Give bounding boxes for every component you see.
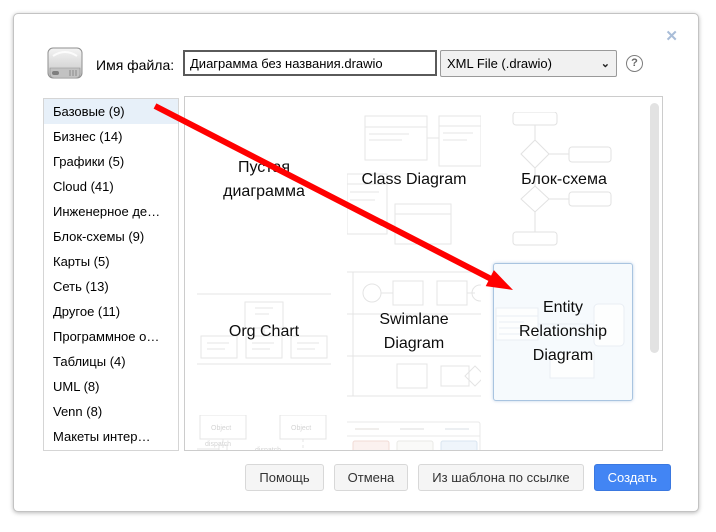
- template-label: Org Chart: [206, 320, 322, 344]
- sequence-diagram-thumbnail: Object Object dispatch dispatch: [197, 415, 331, 451]
- filename-input[interactable]: [183, 50, 437, 76]
- sidebar-item-engineering[interactable]: Инженерное де…: [44, 199, 178, 224]
- kanban-board-thumbnail: [347, 415, 481, 451]
- from-template-url-button[interactable]: Из шаблона по ссылке: [418, 464, 583, 491]
- category-sidebar: Базовые (9) Бизнес (14) Графики (5) Clou…: [43, 98, 179, 451]
- template-panel: Пустая диаграмма Class Diagram: [184, 96, 663, 451]
- template-flowchart[interactable]: Блок-схема: [497, 112, 631, 248]
- sidebar-item-uml[interactable]: UML (8): [44, 374, 178, 399]
- create-diagram-dialog: ✕ Имя файла: XML File (.drawio) ⌄ ? Базо…: [13, 13, 699, 512]
- template-org-chart[interactable]: Org Chart: [197, 264, 331, 400]
- template-class-diagram[interactable]: Class Diagram: [347, 112, 481, 248]
- template-sequence-diagram[interactable]: Object Object dispatch dispatch: [197, 415, 331, 451]
- sidebar-item-charts[interactable]: Графики (5): [44, 149, 178, 174]
- template-label: Swimlane Diagram: [356, 308, 472, 356]
- template-entity-relationship-diagram[interactable]: Entity Relationship Diagram: [493, 263, 633, 401]
- sidebar-item-cloud[interactable]: Cloud (41): [44, 174, 178, 199]
- template-label: Class Diagram: [356, 168, 472, 192]
- template-kanban-board[interactable]: [347, 415, 481, 451]
- sidebar-item-venn[interactable]: Venn (8): [44, 399, 178, 424]
- sidebar-item-mockups[interactable]: Макеты интер…: [44, 424, 178, 449]
- sidebar-item-basic[interactable]: Базовые (9): [44, 99, 178, 124]
- help-button[interactable]: Помощь: [245, 464, 323, 491]
- object-box-label: Object: [291, 425, 311, 432]
- object-box-label: Object: [211, 425, 231, 432]
- cancel-button[interactable]: Отмена: [334, 464, 409, 491]
- create-button[interactable]: Создать: [594, 464, 671, 491]
- sidebar-item-other[interactable]: Другое (11): [44, 299, 178, 324]
- file-type-select[interactable]: XML File (.drawio) ⌄: [440, 50, 617, 77]
- sidebar-item-network[interactable]: Сеть (13): [44, 274, 178, 299]
- template-label: Пустая диаграмма: [206, 156, 322, 204]
- sidebar-item-tables[interactable]: Таблицы (4): [44, 349, 178, 374]
- help-icon[interactable]: ?: [626, 55, 643, 72]
- sidebar-item-flowcharts[interactable]: Блок-схемы (9): [44, 224, 178, 249]
- template-swimlane-diagram[interactable]: Swimlane Diagram: [347, 264, 481, 400]
- file-type-value: XML File (.drawio): [447, 56, 552, 71]
- template-label: Entity Relationship Diagram: [505, 296, 621, 368]
- disk-icon: [46, 44, 84, 81]
- chevron-down-icon: ⌄: [601, 57, 610, 70]
- filename-label: Имя файла:: [96, 57, 174, 73]
- sidebar-item-maps[interactable]: Карты (5): [44, 249, 178, 274]
- template-blank-diagram[interactable]: Пустая диаграмма: [197, 112, 331, 248]
- panel-scrollbar-thumb[interactable]: [650, 103, 659, 353]
- sidebar-item-software[interactable]: Программное о…: [44, 324, 178, 349]
- svg-text:dispatch: dispatch: [255, 447, 281, 451]
- dialog-footer: Помощь Отмена Из шаблона по ссылке Созда…: [245, 464, 671, 491]
- sidebar-item-business[interactable]: Бизнес (14): [44, 124, 178, 149]
- template-label: Блок-схема: [506, 168, 622, 192]
- close-icon[interactable]: ✕: [665, 29, 678, 44]
